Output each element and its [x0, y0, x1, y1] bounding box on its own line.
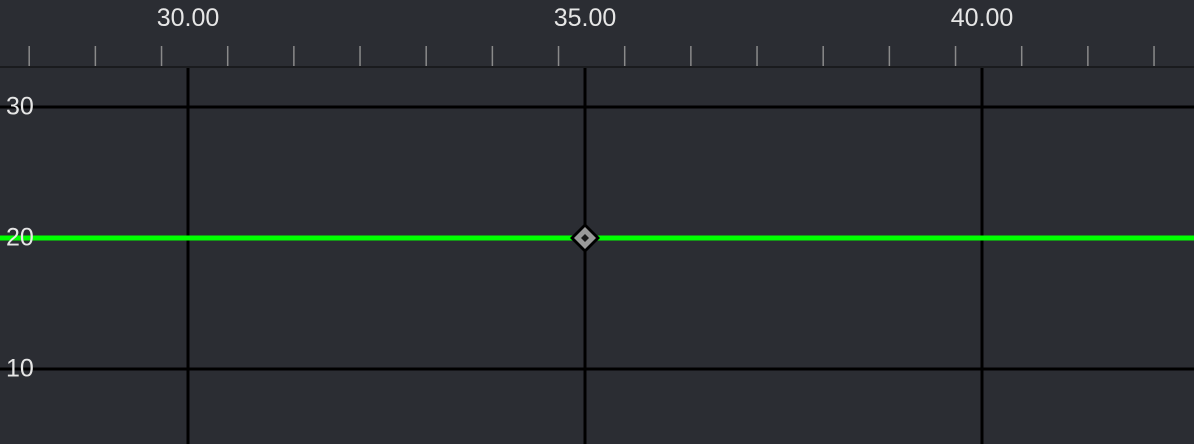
value-label-10: 10 — [6, 354, 34, 383]
curve-canvas — [0, 68, 1194, 444]
value-label-20: 20 — [6, 223, 34, 252]
frame-ruler[interactable]: 30.00 35.00 40.00 — [0, 0, 1194, 68]
graph-editor[interactable]: 30.00 35.00 40.00 30 20 10 — [0, 0, 1194, 444]
curve-area[interactable]: 30 20 10 — [0, 68, 1194, 444]
ruler-label-30: 30.00 — [156, 4, 220, 32]
ruler-label-35: 35.00 — [553, 4, 617, 32]
value-label-30: 30 — [6, 92, 34, 121]
ruler-label-40: 40.00 — [950, 4, 1014, 32]
keyframe-diamond-icon[interactable] — [570, 223, 600, 253]
